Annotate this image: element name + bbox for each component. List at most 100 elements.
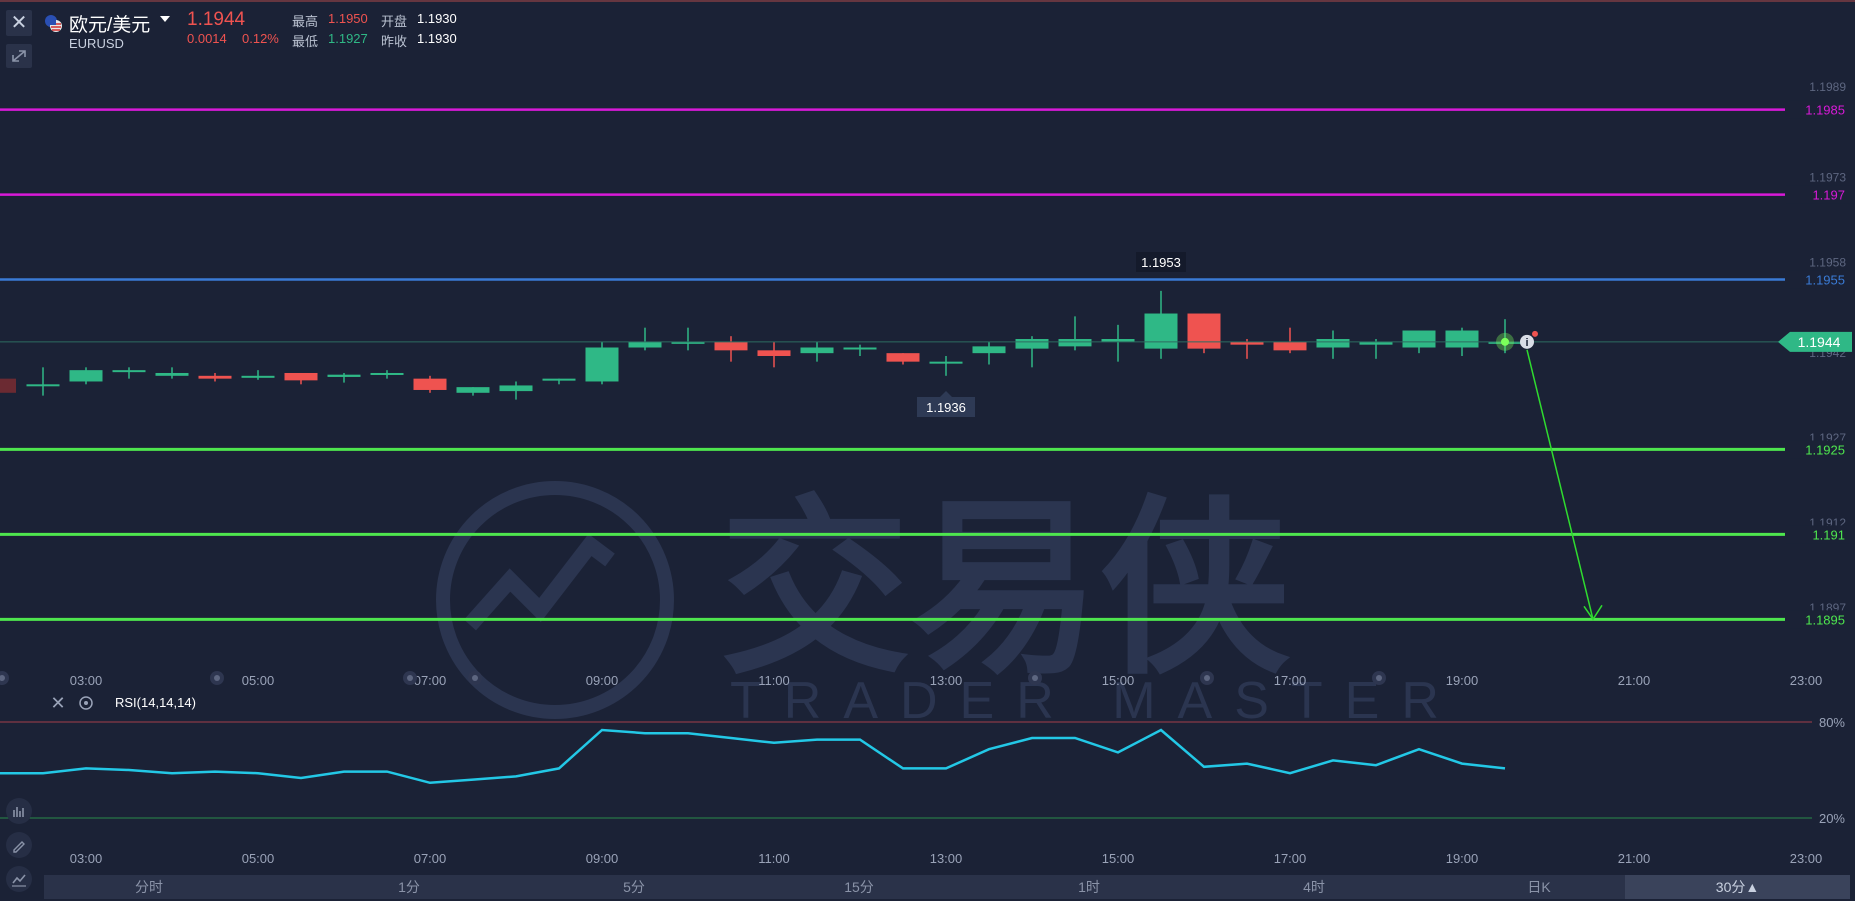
expand-icon[interactable] [6, 44, 32, 68]
time-axis-label: 17:00 [1274, 673, 1307, 688]
candle-body[interactable] [1402, 330, 1436, 348]
candle-body[interactable] [413, 378, 447, 390]
candle-body[interactable] [714, 341, 748, 351]
candle-body[interactable] [628, 341, 662, 348]
alert-dot [1532, 330, 1538, 337]
time-axis-label: 05:00 [242, 673, 275, 688]
tab-1hour[interactable]: 1时 [1044, 875, 1134, 899]
time-axis-label: 03:00 [70, 673, 103, 688]
close-button[interactable]: ✕ [6, 10, 32, 36]
high-value: 1.1950 [328, 11, 368, 26]
candle-body[interactable] [327, 374, 361, 377]
prev-close-label: 昨收 [381, 34, 408, 49]
event-marker-dot [407, 675, 413, 681]
rsi-time-axis-label: 15:00 [1102, 851, 1135, 866]
candle-body[interactable] [585, 347, 619, 382]
tab-daily[interactable]: 日K [1494, 875, 1584, 899]
candle-body[interactable] [1187, 313, 1221, 349]
candle-body[interactable] [155, 372, 189, 376]
candle-body[interactable] [499, 385, 533, 392]
event-marker-dot [472, 675, 478, 681]
rsi-settings-icon-center [84, 701, 88, 705]
eu-us-flag-icon [45, 15, 62, 32]
horizontal-line-label: 1.1895 [1805, 612, 1845, 627]
indicator-icon[interactable] [6, 798, 32, 824]
timeframe-bar: 分时 1分 5分 15分 1时 4时 日K 30分▲ [44, 875, 1850, 899]
time-axis-label: 11:00 [758, 673, 790, 688]
time-axis-label: 23:00 [1790, 673, 1823, 688]
horizontal-line-label: 1.1985 [1805, 103, 1845, 118]
chart-stage[interactable]: 交易侠 TRADER MASTER 1.1989 1.1973 1.1958 1.1942… [0, 0, 1855, 901]
candle-body[interactable] [757, 350, 791, 356]
low-marker: 1.1936 [926, 400, 966, 415]
current-price-tag: 1.1944 [1798, 334, 1841, 350]
candle-body[interactable] [886, 353, 920, 362]
candle-body[interactable] [800, 347, 834, 354]
candle-body[interactable] [542, 378, 576, 381]
rsi-time-axis-label: 23:00 [1790, 851, 1823, 866]
rsi-line [0, 728, 1506, 785]
rsi-time-axis-label: 13:00 [930, 851, 963, 866]
rsi-time-axis-label: 17:00 [1274, 851, 1307, 866]
candle-body[interactable] [456, 387, 490, 393]
candle-body[interactable] [1445, 330, 1479, 348]
candle-body[interactable] [1144, 313, 1178, 349]
candle-body[interactable] [972, 346, 1006, 354]
live-dot [1501, 337, 1509, 346]
event-marker-dot [214, 675, 220, 681]
candle-body[interactable] [26, 384, 60, 387]
low-marker-pointer [940, 391, 952, 397]
chart-canvas[interactable]: 交易侠TRADER MASTER1.19891.19731.19581.1942… [0, 0, 1855, 901]
rsi-close-icon[interactable]: ✕ [50, 693, 65, 713]
candle-body[interactable] [1316, 339, 1350, 348]
price-axis-tick: 1.1958 [1809, 256, 1846, 270]
time-axis-label: 15:00 [1102, 673, 1135, 688]
candle-body[interactable] [112, 370, 146, 373]
tab-4hour[interactable]: 4时 [1269, 875, 1359, 899]
horizontal-line-label: 1.1955 [1805, 273, 1845, 288]
event-marker-dot [1032, 675, 1038, 681]
symbol-code: EURUSD [69, 36, 124, 51]
candle-body[interactable] [198, 375, 232, 379]
candle-body[interactable] [1058, 339, 1092, 347]
candle-body[interactable] [929, 361, 963, 364]
price-axis-tick: 1.1989 [1809, 80, 1846, 94]
open-label: 开盘 [381, 14, 408, 29]
rsi-time-axis-label: 11:00 [758, 851, 790, 866]
trendline-icon[interactable] [6, 866, 32, 892]
price-change-pct: 0.12% [242, 31, 279, 46]
high-marker: 1.1953 [1141, 255, 1181, 270]
horizontal-line-label: 1.197 [1812, 188, 1845, 203]
rsi-time-axis-label: 21:00 [1618, 851, 1651, 866]
last-price: 1.1944 [187, 9, 246, 30]
candle-body[interactable] [1015, 339, 1049, 349]
tab-15min[interactable]: 15分 [814, 875, 904, 899]
candle-body[interactable] [69, 370, 103, 382]
tab-5min[interactable]: 5分 [589, 875, 679, 899]
horizontal-line-label: 1.191 [1812, 527, 1845, 542]
rsi-label: RSI(14,14,14) [115, 695, 196, 710]
rsi-time-axis-label: 03:00 [70, 851, 103, 866]
tab-30min[interactable]: 30分▲ [1625, 875, 1850, 899]
candle-body[interactable] [241, 375, 275, 378]
horizontal-line-label: 1.1925 [1805, 442, 1845, 457]
watermark-logo-mark [464, 533, 615, 631]
rsi-time-axis-label: 05:00 [242, 851, 275, 866]
tab-timeshare[interactable]: 分时 [104, 875, 194, 899]
event-marker-dot [1376, 675, 1382, 681]
candle-body[interactable] [843, 347, 877, 350]
tab-1min[interactable]: 1分 [364, 875, 454, 899]
symbol-dropdown-icon[interactable] [160, 16, 170, 22]
candle-body[interactable] [1273, 341, 1307, 351]
time-axis-label: 09:00 [586, 673, 619, 688]
projection-arrow-line[interactable] [1526, 349, 1594, 620]
candle-body[interactable] [370, 372, 404, 375]
rsi-level-low: 20% [1819, 811, 1845, 826]
prev-close-value: 1.1930 [417, 31, 457, 46]
low-label: 最低 [292, 34, 319, 49]
rsi-time-axis-label: 07:00 [414, 851, 447, 866]
symbol-name[interactable]: 欧元/美元 [69, 10, 150, 37]
candle-body[interactable] [284, 372, 318, 381]
pencil-icon[interactable] [6, 832, 32, 858]
open-value: 1.1930 [417, 11, 457, 26]
